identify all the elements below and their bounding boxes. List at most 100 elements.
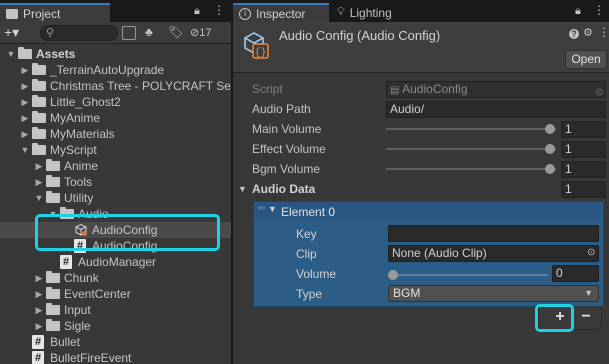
create-button[interactable]: +▾: [4, 24, 32, 41]
hidden-packages-toggle[interactable]: ⊘17: [190, 25, 228, 41]
script-label: Script: [252, 82, 283, 96]
script-field[interactable]: ▤ AudioConfig: [386, 81, 606, 98]
tree-item-folder[interactable]: ▶ Little_Ghost2: [0, 94, 231, 110]
bgm-volume-slider[interactable]: [386, 168, 556, 170]
collapse-arrow-icon[interactable]: ▶: [20, 94, 30, 110]
collapse-arrow-icon[interactable]: ▶: [34, 286, 44, 302]
collapse-arrow-icon[interactable]: ▶: [34, 158, 44, 174]
tree-item-asset[interactable]: # AudioManager: [0, 254, 231, 270]
clip-row: Clip None (Audio Clip) ⊙: [254, 244, 601, 264]
preset-icon[interactable]: ⚙: [583, 27, 595, 39]
audio-data-size-input[interactable]: 1: [561, 181, 606, 198]
clip-label: Clip: [296, 247, 317, 261]
bgm-volume-input[interactable]: 1: [561, 161, 606, 178]
tab-project[interactable]: Project: [0, 3, 110, 22]
lock-icon[interactable]: 🔒︎: [194, 5, 206, 17]
type-label: Type: [296, 287, 323, 301]
filter-by-label-icon[interactable]: 🏷︎: [168, 25, 183, 39]
expand-arrow-icon[interactable]: ▼: [34, 190, 44, 206]
volume-slider[interactable]: [388, 274, 548, 276]
lightbulb-icon: 💡︎: [337, 6, 345, 18]
tab-inspector[interactable]: i Inspector: [233, 3, 329, 22]
tree-item-folder[interactable]: ▶ Anime: [0, 158, 231, 174]
highlight-box-audioconfig: [35, 214, 220, 251]
bgm-volume-row: Bgm Volume 1: [233, 159, 609, 179]
eye-slash-icon: ⊘: [190, 27, 200, 39]
tree-item-folder[interactable]: ▶ MyMaterials: [0, 126, 231, 142]
audio-data-label[interactable]: Audio Data: [252, 179, 315, 199]
tree-item-folder[interactable]: ▶ MyAnime: [0, 110, 231, 126]
main-volume-label: Main Volume: [252, 122, 322, 136]
expand-arrow-icon[interactable]: ▼: [6, 46, 16, 62]
csharp-script-icon: #: [60, 255, 72, 269]
collapse-arrow-icon[interactable]: ▶: [20, 110, 30, 126]
tree-item-folder[interactable]: ▶ Chunk: [0, 270, 231, 286]
volume-label: Volume: [296, 267, 337, 281]
tree-item-label: Bullet: [50, 335, 81, 349]
remove-element-button[interactable]: −: [575, 308, 597, 326]
list-element-header[interactable]: ═ ▼ Element 0: [254, 202, 601, 220]
main-volume-slider[interactable]: [386, 128, 556, 130]
main-volume-row: Main Volume 1: [233, 119, 609, 139]
inspector-title: Audio Config (Audio Config): [279, 28, 441, 43]
tree-item-asset[interactable]: # BulletFireEvent: [0, 350, 231, 364]
volume-input[interactable]: 0: [552, 265, 599, 282]
collapse-arrow-icon[interactable]: ▶: [20, 126, 30, 142]
collapse-arrow-icon[interactable]: ▶: [20, 62, 30, 78]
tree-item-folder[interactable]: ▶ Sigle: [0, 318, 231, 334]
project-tree: ▼ Assets ▶ _TerrainAutoUpgrade ▶ Christmas Tr…: [0, 46, 231, 364]
collapse-arrow-icon[interactable]: ▶: [34, 270, 44, 286]
audio-path-label: Audio Path: [252, 102, 311, 116]
tree-item-asset[interactable]: # Bullet: [0, 334, 231, 350]
project-tabbar: Project 🔒︎ ⋮: [0, 0, 231, 22]
effect-volume-slider-handle[interactable]: [545, 144, 555, 154]
tree-item-label: Christmas Tree - POLYCRAFT Se: [50, 79, 231, 93]
effect-volume-label: Effect Volume: [252, 142, 326, 156]
type-dropdown[interactable]: BGM ▼: [388, 285, 599, 302]
component-menu-icon[interactable]: ⋮: [598, 26, 609, 38]
filter-by-type-icon[interactable]: ♣: [145, 25, 159, 39]
expand-arrow-icon[interactable]: ▼: [268, 204, 277, 214]
search-by-scene-icon[interactable]: [122, 26, 136, 40]
tree-item-folder[interactable]: ▶ Tools: [0, 174, 231, 190]
main-volume-input[interactable]: 1: [561, 121, 606, 138]
expand-arrow-icon[interactable]: ▼: [20, 142, 30, 158]
collapse-arrow-icon[interactable]: ▶: [34, 174, 44, 190]
tree-item-folder[interactable]: ▼ MyScript: [0, 142, 231, 158]
folder-icon: [46, 159, 60, 171]
bgm-volume-slider-handle[interactable]: [545, 164, 555, 174]
lock-icon[interactable]: 🔒︎: [575, 5, 587, 17]
clip-field[interactable]: None (Audio Clip): [388, 245, 599, 262]
tree-item-folder[interactable]: ▼ Assets: [0, 46, 231, 62]
tab-lighting[interactable]: 💡︎ Lighting: [331, 3, 421, 22]
drag-handle-icon[interactable]: ═: [258, 203, 265, 214]
object-picker-icon[interactable]: ⊙: [587, 247, 595, 258]
scriptable-object-icon: {}: [244, 32, 269, 59]
folder-icon: [46, 319, 60, 331]
more-options-icon[interactable]: ⋮: [213, 4, 225, 16]
effect-volume-input[interactable]: 1: [561, 141, 606, 158]
collapse-arrow-icon[interactable]: ▶: [20, 78, 30, 94]
tree-item-folder[interactable]: ▶ Input: [0, 302, 231, 318]
tree-item-folder[interactable]: ▶ EventCenter: [0, 286, 231, 302]
folder-icon: [46, 191, 60, 203]
help-icon[interactable]: ?: [569, 29, 579, 39]
collapse-arrow-icon[interactable]: ▶: [34, 318, 44, 334]
tree-item-label: Tools: [64, 175, 93, 189]
tree-item-label: Chunk: [64, 271, 99, 285]
tree-item-folder[interactable]: ▶ _TerrainAutoUpgrade: [0, 62, 231, 78]
open-button[interactable]: Open: [565, 50, 607, 69]
volume-slider-handle[interactable]: [388, 270, 398, 280]
effect-volume-slider[interactable]: [386, 148, 556, 150]
main-volume-slider-handle[interactable]: [545, 124, 555, 134]
tree-item-folder[interactable]: ▶ Christmas Tree - POLYCRAFT Se: [0, 78, 231, 94]
tree-item-label: Little_Ghost2: [50, 95, 121, 109]
collapse-arrow-icon[interactable]: ▶: [34, 302, 44, 318]
more-options-icon[interactable]: ⋮: [593, 4, 605, 16]
audio-path-input[interactable]: Audio/: [386, 101, 606, 118]
expand-arrow-icon[interactable]: ▼: [238, 179, 247, 199]
key-input[interactable]: [388, 225, 599, 242]
search-input[interactable]: ⚲: [40, 25, 118, 41]
type-value: BGM: [393, 286, 421, 300]
tree-item-folder[interactable]: ▼ Utility: [0, 190, 231, 206]
